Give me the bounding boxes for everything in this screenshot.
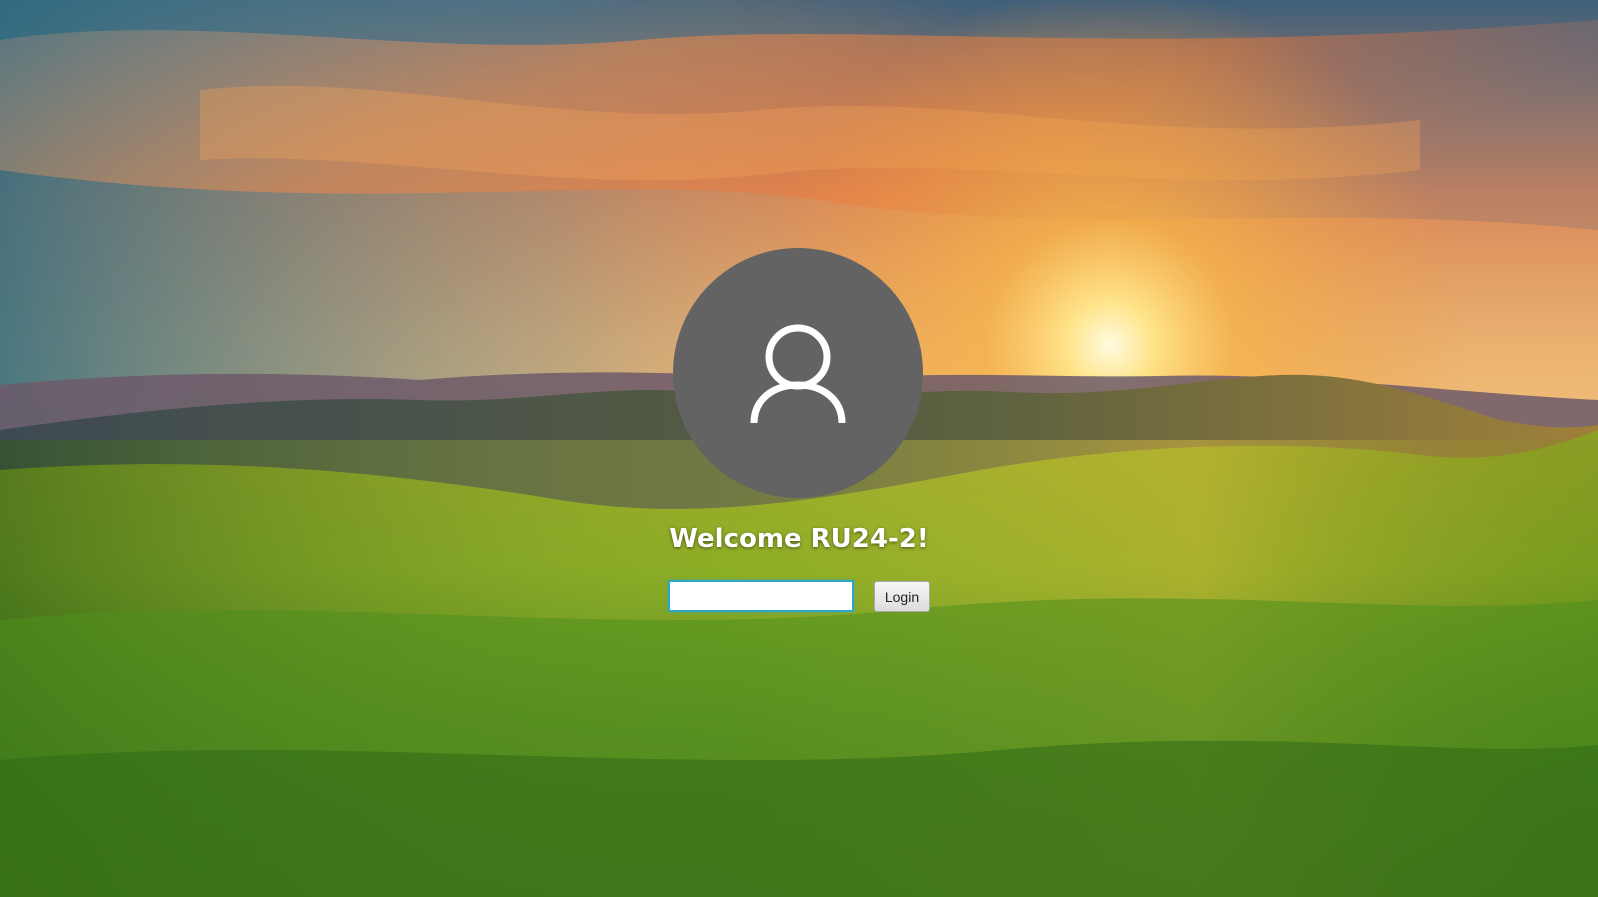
login-button[interactable]: Login (874, 581, 930, 612)
user-avatar (673, 248, 923, 498)
login-panel: Welcome RU24-2! Login (0, 0, 1598, 897)
user-icon (748, 319, 848, 427)
welcome-message: Welcome RU24-2! (669, 524, 929, 554)
password-input[interactable] (668, 580, 854, 612)
